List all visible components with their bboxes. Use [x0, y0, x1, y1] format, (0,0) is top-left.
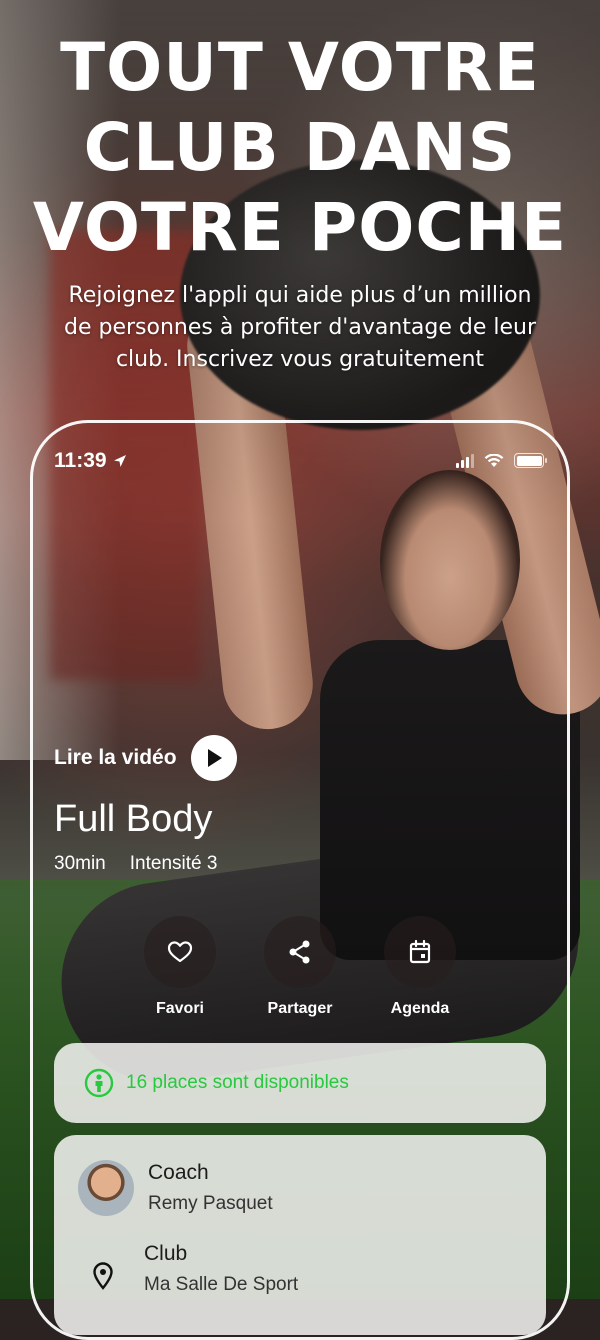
wifi-icon — [484, 453, 504, 467]
play-video-label: Lire la vidéo — [54, 746, 177, 769]
share-icon — [289, 940, 310, 964]
favorite-label: Favori — [155, 1000, 204, 1017]
signal-bars-icon — [456, 453, 474, 468]
headline-line: TOUT VOTRE — [60, 29, 540, 106]
agenda-label: Agenda — [390, 1000, 450, 1017]
status-bar-time: 11:39 — [54, 449, 127, 473]
club-name: Ma Salle De Sport — [144, 1274, 299, 1295]
club-label: Club — [144, 1242, 188, 1265]
availability-banner: 16 places sont disponibles — [54, 1043, 546, 1123]
heart-icon — [167, 941, 193, 963]
workout-title: Full Body — [54, 798, 213, 840]
coach-name: Remy Pasquet — [148, 1193, 273, 1214]
favorite-button[interactable]: Favori — [120, 916, 240, 1018]
location-arrow-icon — [113, 455, 126, 467]
headline-line: CLUB DANS — [83, 109, 517, 186]
share-label: Partager — [267, 1000, 333, 1017]
location-pin-icon — [93, 1262, 113, 1290]
avatar — [78, 1160, 134, 1216]
workout-meta: 30min Intensité 3 — [54, 853, 217, 875]
share-button[interactable]: Partager — [240, 916, 360, 1018]
headline: TOUT VOTRE CLUB DANS VOTRE POCHE — [0, 28, 600, 268]
person-icon — [84, 1068, 114, 1098]
availability-text: 16 places sont disponibles — [126, 1072, 349, 1093]
coach-label: Coach — [148, 1161, 209, 1184]
battery-icon — [514, 453, 547, 468]
agenda-button[interactable]: Agenda — [360, 916, 480, 1018]
workout-intensity: Intensité 3 — [129, 853, 218, 874]
headline-line: VOTRE POCHE — [32, 189, 568, 266]
subtitle: Rejoignez l'appli qui aide plus d’un mil… — [20, 280, 580, 376]
play-button[interactable] — [190, 735, 237, 781]
session-details-card: Coach Remy Pasquet Club Ma Salle De Spor… — [54, 1135, 546, 1335]
play-icon — [207, 749, 222, 767]
action-bar: Favori Partager Agenda — [120, 916, 480, 1018]
subtitle-line: Rejoignez l'appli qui aide plus d’un mil… — [68, 283, 532, 308]
play-video-row[interactable]: Lire la vidéo — [54, 735, 237, 781]
subtitle-line: club. Inscrivez vous gratuitement — [115, 347, 485, 372]
subtitle-line: de personnes à profiter d'avantage de le… — [63, 315, 537, 340]
status-bar-indicators — [456, 453, 547, 468]
club-row[interactable]: Club Ma Salle De Sport — [92, 1242, 298, 1296]
clock: 11:39 — [54, 449, 107, 472]
workout-duration: 30min — [54, 853, 106, 874]
calendar-icon — [409, 939, 431, 964]
coach-row[interactable]: Coach Remy Pasquet — [78, 1160, 273, 1216]
